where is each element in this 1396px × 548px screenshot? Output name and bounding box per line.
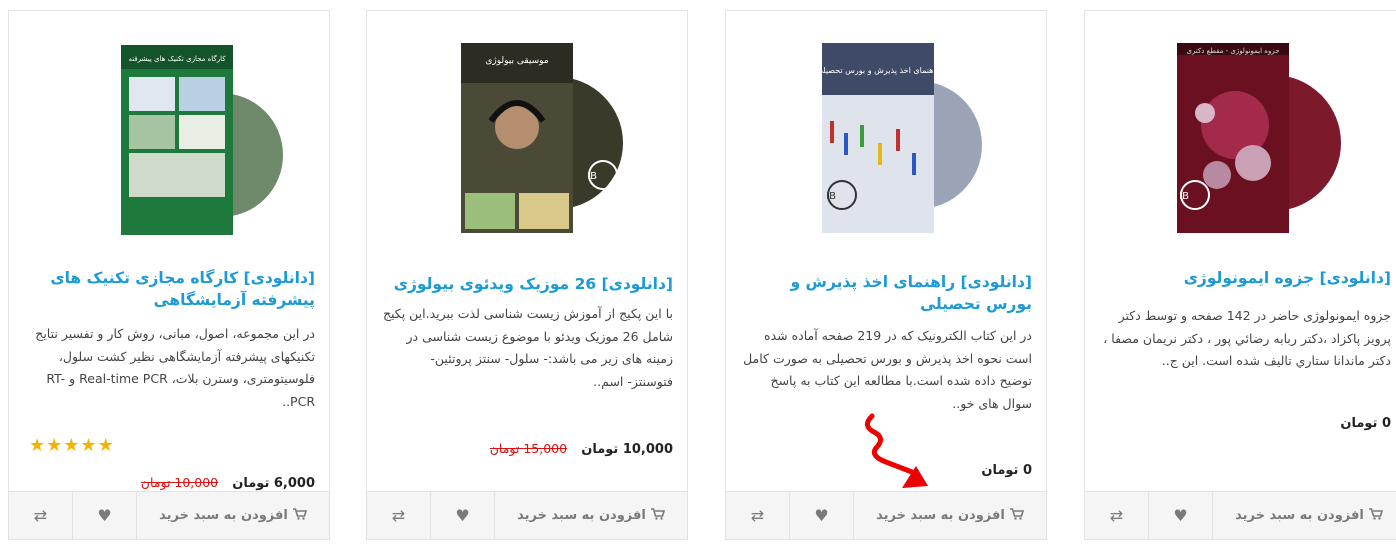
product-card-lab-workshop: کارگاه مجازی تکنیک های پیشرفته [دانلودی]… — [8, 10, 330, 540]
card-actions: ⇄ ♥ افزودن به سبد خرید — [9, 491, 329, 539]
cart-icon — [292, 507, 307, 524]
product-title[interactable]: [دانلودی] راهنمای اخذ پذیرش و بورس تحصیل… — [740, 271, 1032, 315]
add-to-cart-button[interactable]: افزودن به سبد خرید — [137, 492, 329, 539]
product-image[interactable]: IB جزوه ایمونولوژی - مقطع دکتری — [1085, 25, 1396, 245]
wishlist-button[interactable]: ♥ — [431, 492, 495, 539]
compare-icon: ⇄ — [33, 506, 48, 525]
cover-text: موسیقی بیولوژی — [485, 56, 548, 66]
product-title[interactable]: [دانلودی] 26 موزیک ویدئوی بیولوژی — [381, 273, 673, 295]
add-to-cart-label: افزودن به سبد خرید — [159, 508, 288, 523]
add-to-cart-label: افزودن به سبد خرید — [876, 508, 1005, 523]
annotation-arrow-icon — [865, 413, 928, 488]
cover-text: راهنمای اخذ پذیرش و بورس تحصیلی — [817, 66, 940, 75]
svg-text:IB: IB — [587, 171, 597, 182]
star-icon: ★ — [63, 435, 81, 456]
compare-icon: ⇄ — [391, 506, 406, 525]
compare-icon: ⇄ — [1109, 506, 1124, 525]
add-to-cart-button[interactable]: افزودن به سبد خرید — [1213, 492, 1396, 539]
compare-icon: ⇄ — [750, 506, 765, 525]
star-icon: ★ — [97, 435, 115, 456]
price-row: 6,000 تومان 10,000 تومان — [23, 475, 315, 491]
compare-button[interactable]: ⇄ — [367, 492, 431, 539]
rating-stars: ★★★★★ — [29, 435, 115, 456]
card-actions: ⇄ ♥ افزودن به سبد خرید — [726, 491, 1046, 539]
price: 10,000 تومان — [581, 442, 673, 457]
product-image[interactable]: IB راهنمای اخذ پذیرش و بورس تحصیلی — [726, 25, 1046, 245]
svg-text:IB: IB — [826, 191, 836, 202]
card-actions: ⇄ ♥ افزودن به سبد خرید — [367, 491, 687, 539]
product-image[interactable]: کارگاه مجازی تکنیک های پیشرفته — [9, 25, 329, 245]
product-description: جزوه ایمونولوژی حاضر در 142 صفحه و توسط … — [1103, 308, 1391, 368]
wishlist-button[interactable]: ♥ — [1149, 492, 1213, 539]
heart-icon: ♥ — [1173, 506, 1188, 525]
cover-text: جزوه ایمونولوژی - مقطع دکتری — [1186, 47, 1279, 55]
star-icon: ★ — [46, 435, 64, 456]
price: 0 تومان — [981, 463, 1032, 478]
svg-text:IB: IB — [1179, 191, 1189, 202]
add-to-cart-button[interactable]: افزودن به سبد خرید — [495, 492, 687, 539]
card-actions: ⇄ ♥ افزودن به سبد خرید — [1085, 491, 1396, 539]
product-title[interactable]: [دانلودی] جزوه ایمونولوژی — [1099, 267, 1391, 289]
add-to-cart-label: افزودن به سبد خرید — [1235, 508, 1364, 523]
product-card-biology-music: IB موسیقی بیولوژی [دانلودی] 26 موزیک وید… — [366, 10, 688, 540]
compare-button[interactable]: ⇄ — [1085, 492, 1149, 539]
cart-icon — [650, 507, 665, 524]
cart-icon — [1009, 507, 1024, 524]
star-icon: ★ — [29, 435, 47, 456]
price-row: 10,000 تومان 15,000 تومان — [381, 441, 673, 457]
price-row: 0 تومان — [1099, 416, 1391, 431]
price: 6,000 تومان — [232, 476, 315, 491]
product-card-immunology: IB جزوه ایمونولوژی - مقطع دکتری [دانلودی… — [1084, 10, 1396, 540]
compare-button[interactable]: ⇄ — [726, 492, 790, 539]
star-icon: ★ — [80, 435, 98, 456]
product-image[interactable]: IB موسیقی بیولوژی — [367, 25, 687, 245]
heart-icon: ♥ — [455, 506, 470, 525]
add-to-cart-label: افزودن به سبد خرید — [517, 508, 646, 523]
compare-button[interactable]: ⇄ — [9, 492, 73, 539]
add-to-cart-button[interactable]: افزودن به سبد خرید — [854, 492, 1046, 539]
cart-icon — [1368, 507, 1383, 524]
heart-icon: ♥ — [814, 506, 829, 525]
old-price: 15,000 تومان — [489, 441, 568, 456]
heart-icon: ♥ — [97, 506, 112, 525]
wishlist-button[interactable]: ♥ — [790, 492, 854, 539]
wishlist-button[interactable]: ♥ — [73, 492, 137, 539]
product-title[interactable]: [دانلودی] کارگاه مجازی تکنیک های پیشرفته… — [23, 267, 315, 311]
product-description: در این کتاب الکترونیک که در 219 صفحه آما… — [743, 328, 1032, 411]
product-description: با این پکیج از آموزش زیست شناسی لذت ببری… — [382, 306, 673, 389]
cover-text: کارگاه مجازی تکنیک های پیشرفته — [128, 54, 226, 63]
price: 0 تومان — [1340, 416, 1391, 431]
product-description: در این مجموعه، اصول، مبانی، روش کار و تف… — [35, 326, 315, 409]
old-price: 10,000 تومان — [140, 475, 219, 490]
